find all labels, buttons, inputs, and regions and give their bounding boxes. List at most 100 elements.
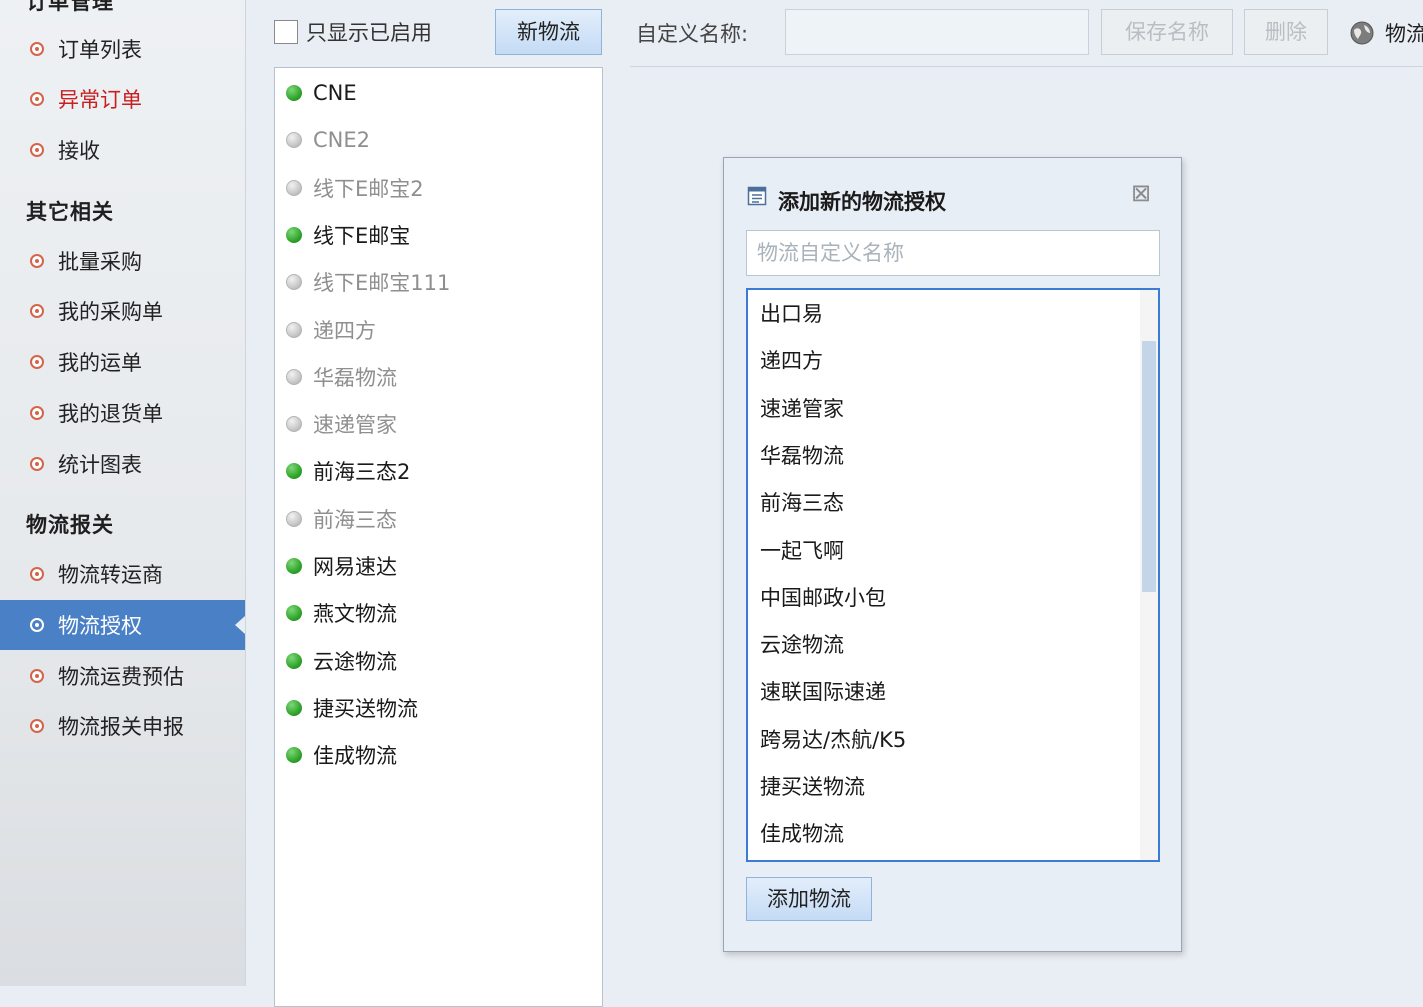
logistics-options-list[interactable]: 出口易递四方速递管家华磊物流前海三态一起飞啊中国邮政小包 云途物流速联国际速递 跨易… xyxy=(746,288,1160,862)
logistics-option[interactable]: 出口易 xyxy=(760,294,823,334)
bullet-icon xyxy=(30,457,44,471)
section-header-order-management: 订单管理 xyxy=(26,0,114,14)
close-icon[interactable]: ⊠ xyxy=(1128,180,1154,206)
carrier-item[interactable]: 佳成物流 xyxy=(275,735,602,775)
sidebar-item-label: 我的运单 xyxy=(58,351,142,375)
bullet-icon xyxy=(30,669,44,683)
sidebar-item-label: 异常订单 xyxy=(58,88,142,112)
section-header-logistics: 物流报关 xyxy=(26,513,114,537)
scrollbar-thumb[interactable] xyxy=(1142,341,1156,592)
sidebar-item-statistics[interactable]: 统计图表 xyxy=(0,439,245,489)
save-name-button[interactable]: 保存名称 xyxy=(1101,9,1233,55)
delete-button[interactable]: 删除 xyxy=(1244,9,1328,55)
carrier-name: 线下E邮宝111 xyxy=(313,271,451,296)
logistics-option[interactable]: 速联国际速递 xyxy=(760,672,886,712)
carrier-item[interactable]: 云途物流 xyxy=(275,641,602,681)
bullet-icon xyxy=(30,406,44,420)
sidebar-item-label: 统计图表 xyxy=(58,453,142,477)
bullet-icon xyxy=(30,618,44,632)
carrier-item[interactable]: 线下E邮宝2 xyxy=(275,168,602,208)
sidebar-item-my-returns[interactable]: 我的退货单 xyxy=(0,388,245,438)
carrier-name: CNE xyxy=(313,81,357,105)
sidebar: 订单管理 订单列表 异常订单 接收 其它相关 批量采购 我的采购单 我的运单 我… xyxy=(0,0,246,986)
status-disabled-icon xyxy=(286,368,302,385)
section-header-other: 其它相关 xyxy=(26,200,114,224)
carrier-name: 云途物流 xyxy=(313,649,397,674)
logistics-option[interactable]: 云途物流 xyxy=(760,625,844,665)
show-enabled-label: 只显示已启用 xyxy=(306,21,432,45)
sidebar-item-label: 物流授权 xyxy=(58,614,142,638)
sidebar-item-forwarders[interactable]: 物流转运商 xyxy=(0,549,245,599)
new-logistics-button[interactable]: 新物流 xyxy=(495,9,602,55)
scrollbar[interactable] xyxy=(1140,290,1158,860)
sidebar-item-abnormal-orders[interactable]: 异常订单 xyxy=(0,74,245,124)
status-disabled-icon xyxy=(286,132,302,149)
status-disabled-icon xyxy=(286,179,302,196)
show-enabled-checkbox[interactable] xyxy=(274,20,298,44)
logistics-option[interactable]: 佳成物流 xyxy=(760,814,844,854)
bullet-icon xyxy=(30,567,44,581)
logistics-tool-label[interactable]: 物流 xyxy=(1385,18,1423,48)
status-enabled-icon xyxy=(286,558,302,574)
sidebar-item-label: 物流转运商 xyxy=(58,563,163,587)
carrier-item[interactable]: CNE2 xyxy=(275,120,602,160)
logistics-option[interactable]: 捷买送物流 xyxy=(760,767,865,807)
logistics-option[interactable]: 一起飞啊 xyxy=(760,531,844,571)
status-disabled-icon xyxy=(286,510,302,527)
carrier-item[interactable]: 网易速达 xyxy=(275,546,602,586)
sidebar-item-label: 物流运费预估 xyxy=(58,665,184,689)
status-disabled-icon xyxy=(286,274,302,291)
logistics-option[interactable]: 速递管家 xyxy=(760,389,844,429)
carrier-item[interactable]: 线下E邮宝111 xyxy=(275,262,602,302)
sidebar-item-my-waybills[interactable]: 我的运单 xyxy=(0,337,245,387)
carrier-item[interactable]: 前海三态2 xyxy=(275,451,602,491)
status-enabled-icon xyxy=(286,605,302,622)
carrier-name: CNE2 xyxy=(313,128,371,153)
sidebar-item-label: 我的采购单 xyxy=(58,300,163,324)
sidebar-item-label: 物流报关申报 xyxy=(58,715,184,739)
dialog-title: 添加新的物流授权 xyxy=(778,190,946,214)
carrier-item[interactable]: 华磊物流 xyxy=(275,357,602,397)
carrier-item[interactable]: 递四方 xyxy=(275,310,602,350)
logistics-option[interactable]: 前海三态 xyxy=(760,483,844,523)
carrier-item[interactable]: 捷买送物流 xyxy=(275,688,602,728)
sidebar-item-label: 批量采购 xyxy=(58,250,142,274)
sidebar-item-customs-declaration[interactable]: 物流报关申报 xyxy=(0,701,245,751)
custom-name-field[interactable]: 物流自定义名称 xyxy=(746,230,1160,276)
add-authorization-dialog: 添加新的物流授权 ⊠ 物流自定义名称 出口易递四方速递管家华磊物流前海三态一起飞… xyxy=(723,157,1182,952)
sidebar-item-label: 订单列表 xyxy=(58,38,142,62)
sidebar-item-my-purchase-orders[interactable]: 我的采购单 xyxy=(0,286,245,336)
bullet-icon xyxy=(30,143,44,157)
carrier-item[interactable]: 前海三态 xyxy=(275,499,602,539)
carrier-name: 燕文物流 xyxy=(313,602,397,627)
logistics-option[interactable]: 跨易达/杰航/K5 xyxy=(760,720,906,760)
logistics-option[interactable]: 中国邮政小包 xyxy=(760,578,886,618)
bullet-icon xyxy=(30,42,44,56)
carrier-item[interactable]: 速递管家 xyxy=(275,404,602,444)
carrier-name: 递四方 xyxy=(313,318,376,343)
carrier-item[interactable]: CNE xyxy=(275,73,602,113)
carrier-item[interactable]: 燕文物流 xyxy=(275,593,602,633)
carrier-name: 华磊物流 xyxy=(313,365,397,390)
custom-name-input[interactable] xyxy=(785,9,1089,55)
bullet-icon xyxy=(30,355,44,369)
sidebar-item-order-list[interactable]: 订单列表 xyxy=(0,24,245,74)
status-enabled-icon xyxy=(286,747,302,764)
logistics-option[interactable]: 华磊物流 xyxy=(760,436,844,476)
sidebar-item-bulk-purchase[interactable]: 批量采购 xyxy=(0,236,245,286)
add-logistics-button[interactable]: 添加物流 xyxy=(746,877,872,921)
status-enabled-icon xyxy=(286,85,302,101)
carrier-list[interactable]: CNE CNE2 线下E邮宝2 线下E邮宝线下E邮宝111 递四方华磊物流速递管家前海三… xyxy=(274,67,603,1007)
carrier-item[interactable]: 线下E邮宝 xyxy=(275,215,602,255)
carrier-name: 佳成物流 xyxy=(313,744,397,769)
show-enabled-toggle[interactable]: 只显示已启用 xyxy=(274,18,432,46)
sidebar-item-logistics-authorization[interactable]: 物流授权 xyxy=(0,600,245,650)
sidebar-item-freight-estimate[interactable]: 物流运费预估 xyxy=(0,651,245,701)
bullet-icon xyxy=(30,719,44,733)
logistics-option[interactable]: 递四方 xyxy=(760,341,823,381)
bullet-icon xyxy=(30,254,44,268)
carrier-name: 速递管家 xyxy=(313,413,397,438)
bullet-icon xyxy=(30,92,44,106)
status-enabled-icon xyxy=(286,463,302,480)
sidebar-item-receive[interactable]: 接收 xyxy=(0,125,245,175)
